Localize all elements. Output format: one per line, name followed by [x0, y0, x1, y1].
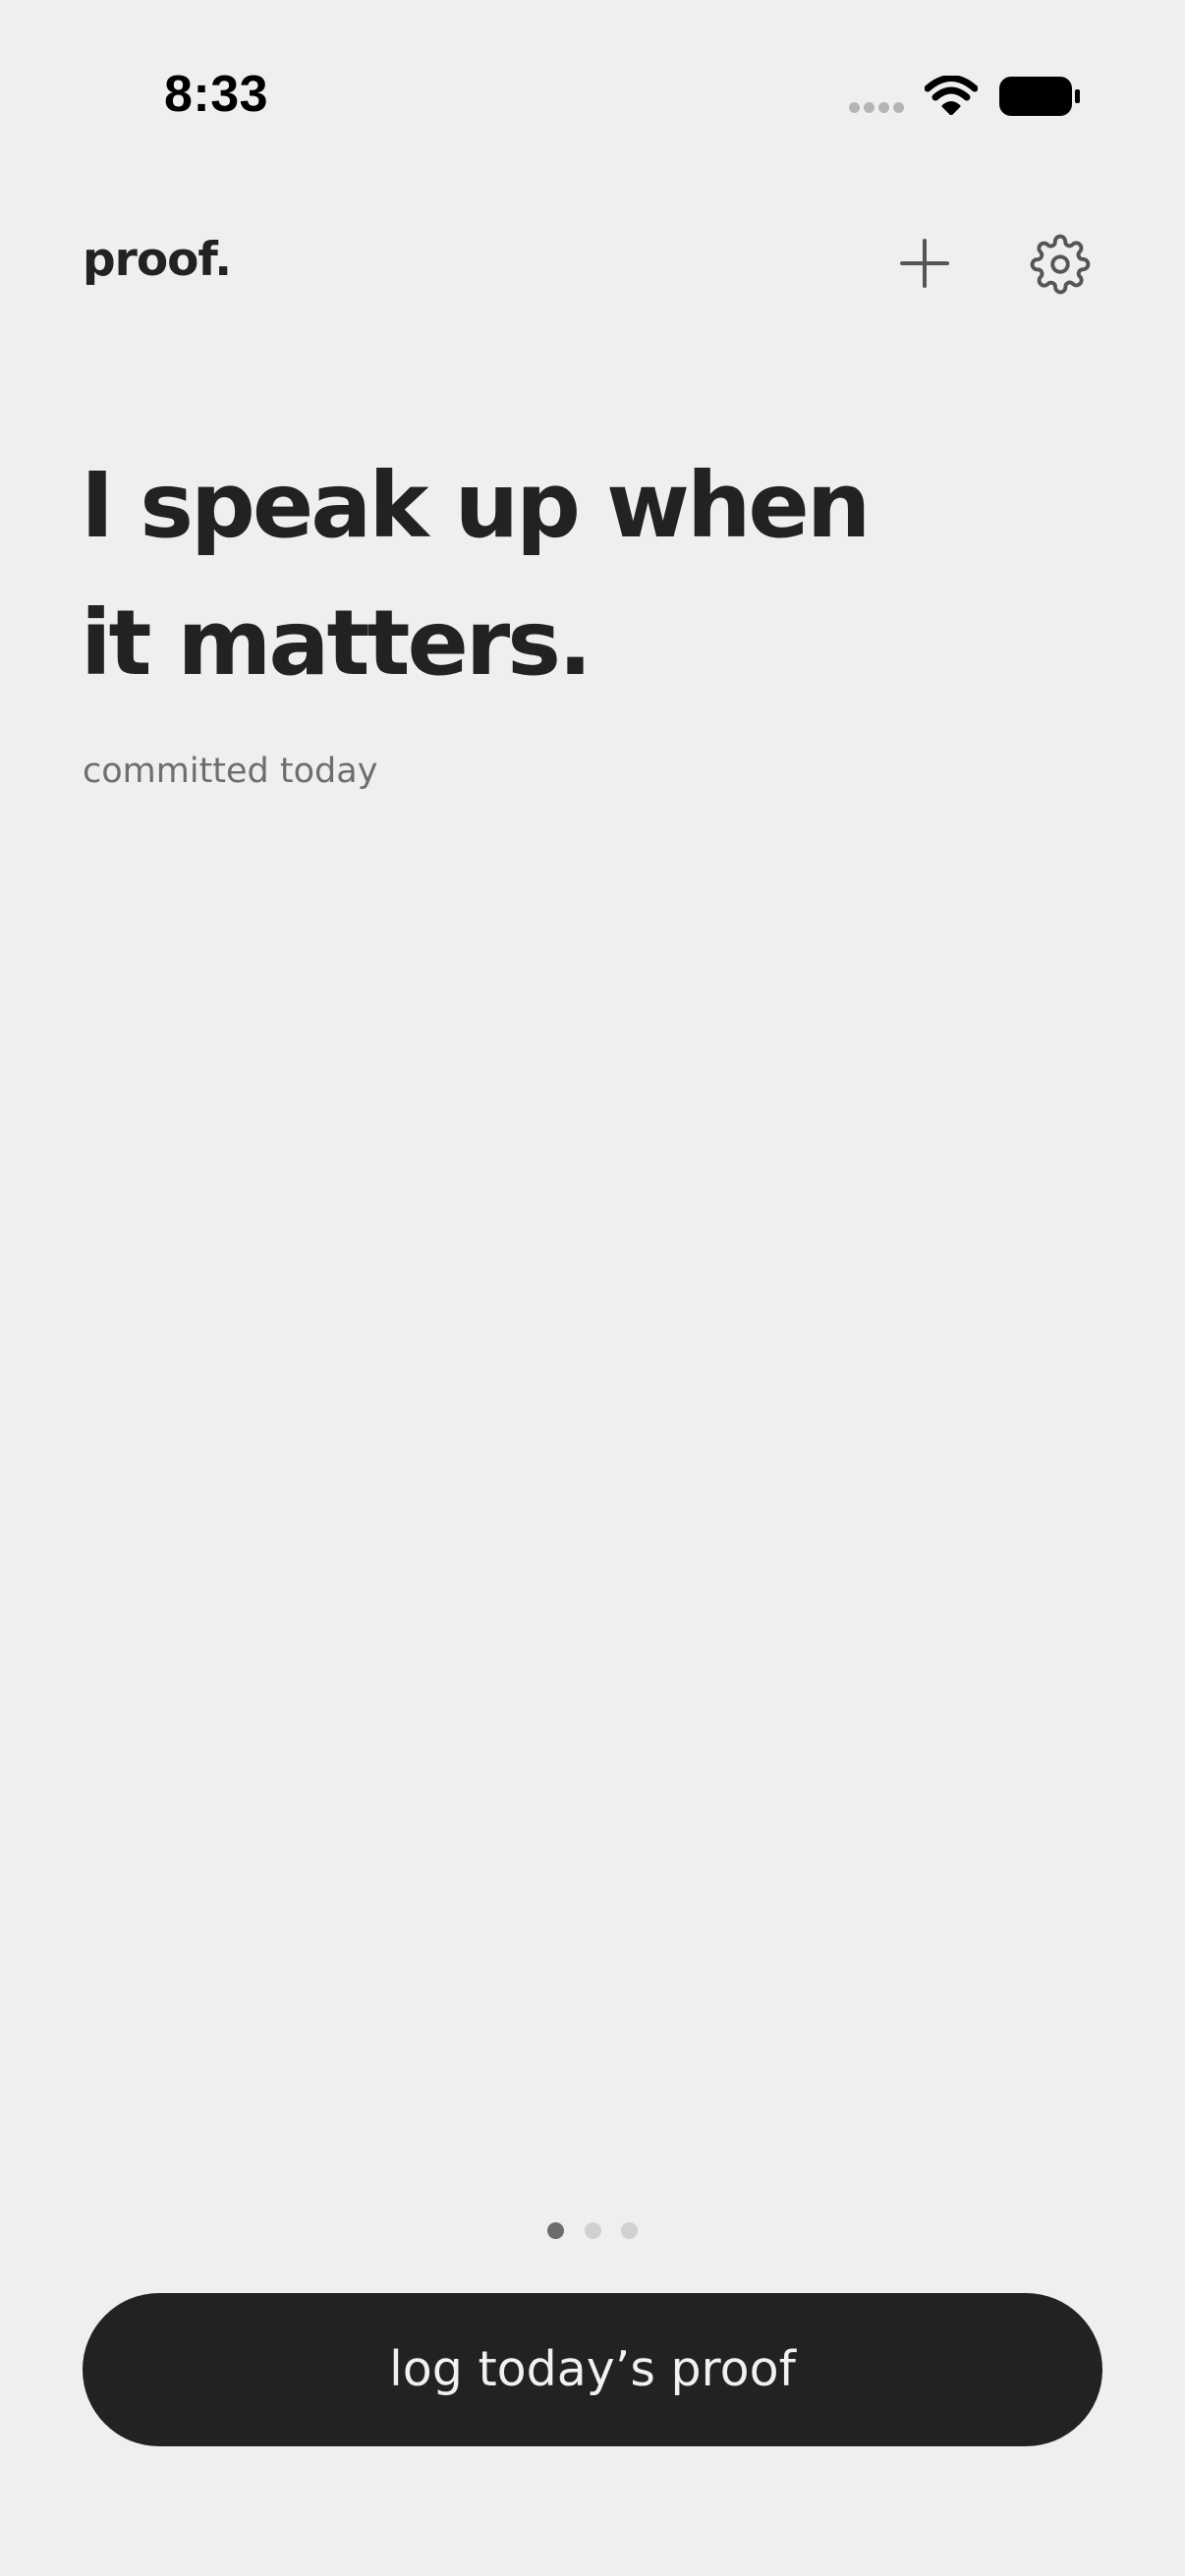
status-bar: 8:33 [0, 0, 1185, 187]
log-proof-button[interactable]: log today’s proof [83, 2293, 1102, 2446]
page-dot-1[interactable] [547, 2222, 564, 2239]
plus-icon [900, 239, 949, 288]
commitment-subtitle: committed today [83, 752, 378, 791]
headline-line-1: I speak up when [81, 453, 871, 558]
headline-line-2: it matters. [81, 590, 592, 696]
battery-icon [999, 77, 1080, 116]
commitment-headline: I speak up when it matters. [81, 437, 1063, 712]
wifi-icon [925, 76, 978, 115]
status-time: 8:33 [164, 66, 269, 123]
app-header: proof. [0, 211, 1185, 309]
page-indicator [0, 2222, 1185, 2240]
page-dot-3[interactable] [621, 2222, 638, 2239]
gear-icon [1030, 234, 1091, 295]
app-logo: proof. [83, 233, 232, 287]
page-dot-2[interactable] [585, 2222, 601, 2239]
cellular-signal-icon [849, 102, 906, 114]
add-button[interactable] [890, 229, 959, 298]
settings-button[interactable] [1025, 229, 1096, 300]
